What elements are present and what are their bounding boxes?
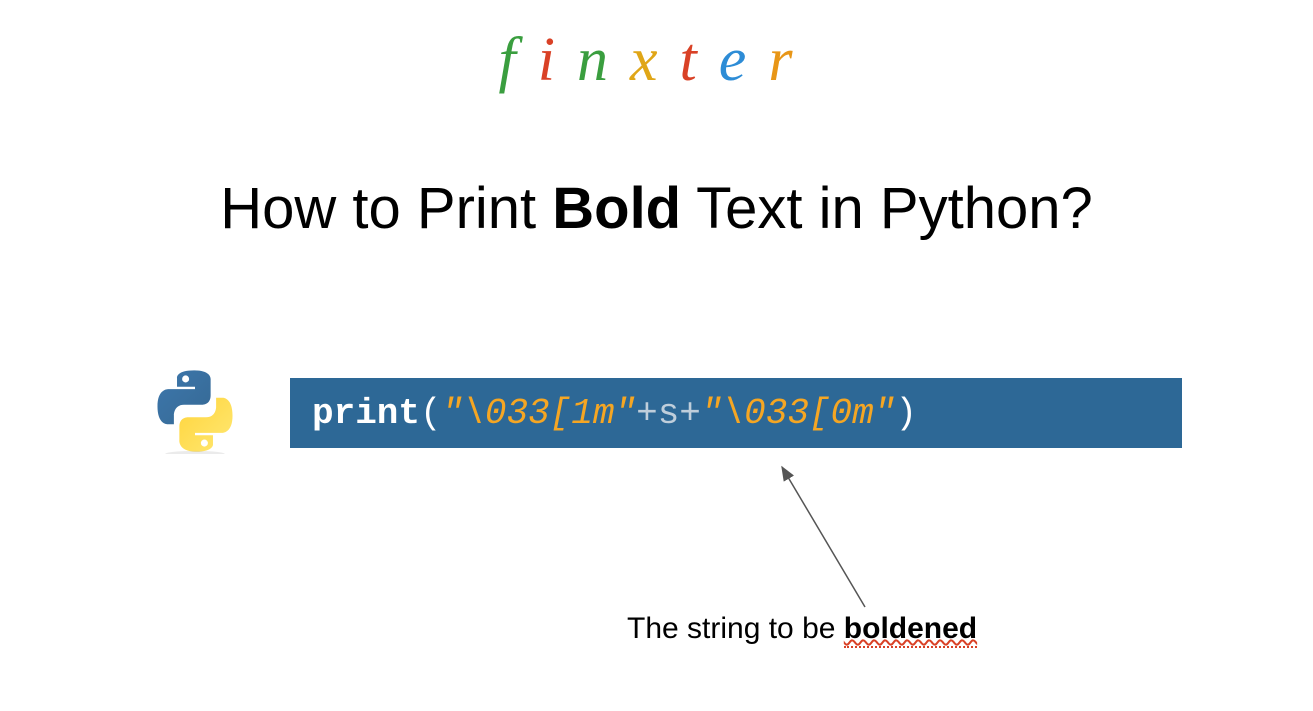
- code-string-start: "\033[1m": [442, 393, 636, 434]
- title-bold-word: Bold: [552, 176, 681, 241]
- finxter-logo: finxter: [499, 25, 815, 96]
- annotation-arrow-icon: [770, 462, 890, 612]
- logo-letter-x: x: [630, 25, 680, 96]
- code-plus-1: +: [636, 393, 658, 434]
- code-snippet: print("\033[1m" + s + "\033[0m"): [290, 378, 1182, 448]
- python-logo-icon: [152, 368, 238, 454]
- code-plus-2: +: [679, 393, 701, 434]
- logo-letter-n: n: [577, 25, 630, 96]
- annotation-bold-word: boldened: [844, 612, 977, 648]
- annotation-text: The string to be boldened: [627, 612, 977, 646]
- logo-letter-r: r: [768, 25, 814, 96]
- logo-letter-f: f: [499, 25, 538, 96]
- code-string-end: "\033[0m": [701, 393, 895, 434]
- logo-letter-e: e: [719, 25, 769, 96]
- title-prefix: How to Print: [220, 176, 552, 241]
- page-title: How to Print Bold Text in Python?: [220, 175, 1093, 242]
- logo-letter-t: t: [680, 25, 719, 96]
- title-suffix: Text in Python?: [681, 176, 1093, 241]
- annotation-prefix: The string to be: [627, 612, 844, 645]
- code-variable-s: s: [658, 393, 680, 434]
- logo-letter-i: i: [538, 25, 577, 96]
- code-keyword-print: print: [312, 393, 420, 434]
- code-open-paren: (: [420, 393, 442, 434]
- code-close-paren: ): [895, 393, 917, 434]
